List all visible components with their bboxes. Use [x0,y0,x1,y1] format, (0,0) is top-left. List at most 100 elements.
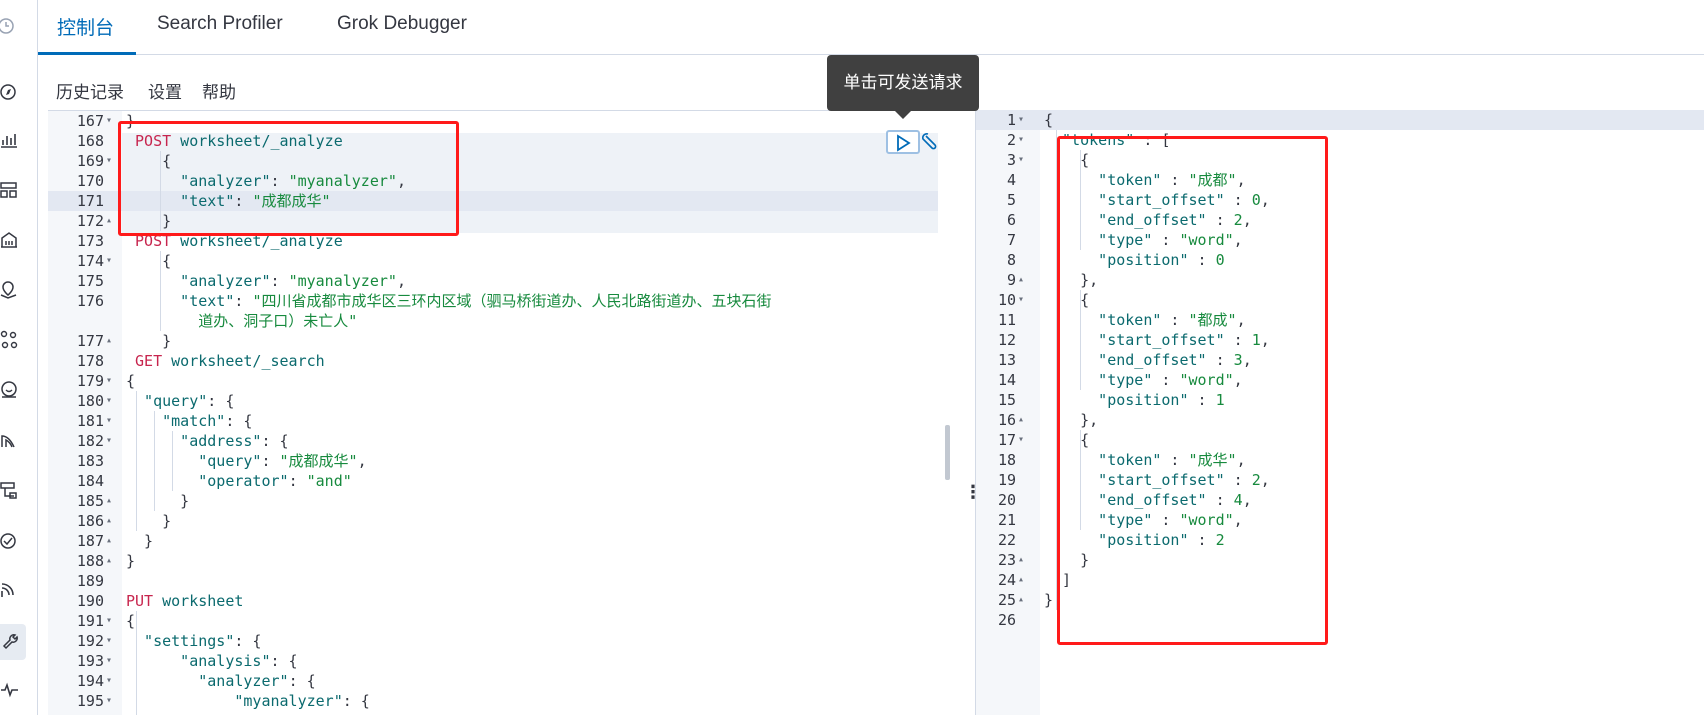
annotation-box-request [118,121,459,236]
fold-toggle-icon[interactable]: ▴ [106,211,118,231]
fold-toggle-icon[interactable]: ▾ [1018,290,1030,310]
code-line[interactable]: 178 GET worksheet/_search [48,351,938,371]
graph-icon[interactable] [0,330,20,352]
compass-icon[interactable] [0,82,20,104]
fold-toggle-icon[interactable]: ▾ [106,611,118,631]
code-line[interactable]: 190 PUT worksheet [48,591,938,611]
code-line[interactable]: 180 ▾ "query": { [48,391,938,411]
uptime-icon[interactable] [0,530,20,552]
code-line[interactable]: 174 ▾ { [48,251,938,271]
dashboard-icon[interactable] [0,180,20,202]
fold-toggle-icon[interactable]: ▾ [106,391,118,411]
fold-toggle-icon[interactable]: ▾ [106,251,118,271]
fold-toggle-icon[interactable]: ▾ [106,431,118,451]
fold-toggle-icon[interactable]: ▴ [1018,550,1030,570]
line-number: 176 [76,292,104,310]
chart-icon[interactable] [0,130,20,152]
code-line[interactable]: 185 ▴ } [48,491,938,511]
building-icon[interactable] [0,230,20,252]
fold-toggle-icon[interactable]: ▾ [106,691,118,711]
code-token: "analysis" [126,652,271,670]
fold-toggle-icon[interactable]: ▴ [106,531,118,551]
fold-toggle-icon[interactable]: ▾ [106,151,118,171]
code-line[interactable]: 181 ▾ "match": { [48,411,938,431]
code-line[interactable]: 194 ▾ "analyzer": { [48,671,938,691]
signal-icon[interactable] [0,580,20,602]
apm-icon[interactable] [0,430,20,452]
code-line[interactable]: 183 "query": "成都成华", [48,451,938,471]
code-token: : { [261,432,289,450]
code-line[interactable]: 177 ▴ } [48,331,938,351]
fold-toggle-icon[interactable]: ▾ [1018,150,1030,170]
code-token: } [1044,591,1054,609]
wrench-icon[interactable] [0,624,26,660]
clock-icon[interactable] [0,16,20,38]
infra-icon[interactable] [0,480,20,502]
fold-toggle-icon[interactable]: ▾ [106,671,118,691]
code-text: } [126,331,171,351]
tab-grok-debugger[interactable]: Grok Debugger [337,13,467,35]
code-line[interactable]: 179 ▾ { [48,371,938,391]
code-token: PUT [126,592,154,610]
settings-link[interactable]: 设置 [148,78,182,103]
code-line[interactable]: 176 "text": "四川省成都市成华区三环内区域（驷马桥街道办、人民北路街… [48,291,938,311]
fold-toggle-icon[interactable]: ▴ [1018,270,1030,290]
line-number: 179 [76,372,104,390]
map-icon[interactable] [0,280,20,302]
code-line[interactable]: 182 ▾ "address": { [48,431,938,451]
request-options-button[interactable] [920,132,940,152]
fold-toggle-icon[interactable]: ▴ [106,511,118,531]
history-link[interactable]: 历史记录 [56,78,124,103]
code-text: GET worksheet/_search [126,351,325,371]
line-number: 173 [76,232,104,250]
line-number: 16 [997,411,1016,429]
fold-toggle-icon[interactable]: ▾ [106,411,118,431]
code-line[interactable]: 184 "operator": "and" [48,471,938,491]
code-token: : { [288,672,316,690]
code-line[interactable]: 道办、洞子口）未亡人" [48,311,938,331]
code-token: { [126,372,136,390]
fold-toggle-icon[interactable]: ▴ [106,491,118,511]
editor-scrollbar[interactable] [945,425,950,480]
indent-guide [136,611,137,715]
fold-toggle-icon[interactable]: ▴ [106,331,118,351]
line-number: 178 [76,352,104,370]
fold-toggle-icon[interactable]: ▾ [106,111,118,131]
code-line[interactable]: 191 ▾ { [48,611,938,631]
code-token: , [396,272,406,290]
send-request-button[interactable] [886,130,920,154]
tab-console[interactable]: 控制台 [57,13,114,40]
code-line[interactable]: 192 ▾ "settings": { [48,631,938,651]
code-text: } [126,531,153,551]
code-line[interactable]: 188 ▴} [48,551,938,571]
line-number: 194 [76,672,104,690]
heartbeat-icon[interactable] [0,680,20,702]
code-line[interactable]: 175 "analyzer": "myanalyzer", [48,271,938,291]
fold-toggle-icon[interactable]: ▾ [106,651,118,671]
tab-search-profiler[interactable]: Search Profiler [157,13,283,35]
help-link[interactable]: 帮助 [202,78,236,103]
fold-toggle-icon[interactable]: ▾ [1018,110,1030,130]
code-token: "analyzer" [126,272,271,290]
fold-toggle-icon[interactable]: ▾ [106,371,118,391]
fold-toggle-icon[interactable]: ▴ [106,551,118,571]
annotation-box-response [1057,136,1328,645]
fold-toggle-icon[interactable]: ▴ [1018,590,1030,610]
code-line[interactable]: 187 ▴ } [48,531,938,551]
fold-toggle-icon[interactable]: ▴ [1018,410,1030,430]
code-token: } [126,532,154,550]
fold-toggle-icon[interactable]: ▾ [106,631,118,651]
code-line[interactable]: 193 ▾ "analysis": { [48,651,938,671]
line-number: 19 [997,471,1016,489]
code-line[interactable]: 186 ▴ } [48,511,938,531]
code-line[interactable]: 189 [48,571,938,591]
fold-toggle-icon[interactable]: ▾ [1018,430,1030,450]
code-line[interactable]: 195 ▾ "myanalyzer": { [48,691,938,711]
fold-toggle-icon[interactable]: ▾ [1018,130,1030,150]
fold-toggle-icon[interactable]: ▴ [1018,570,1030,590]
line-number: 171 [76,192,104,210]
line-number: 195 [76,692,104,710]
face-icon[interactable] [0,380,20,402]
code-token: : { [225,412,253,430]
code-line[interactable]: 1 ▾ { [976,110,1704,130]
